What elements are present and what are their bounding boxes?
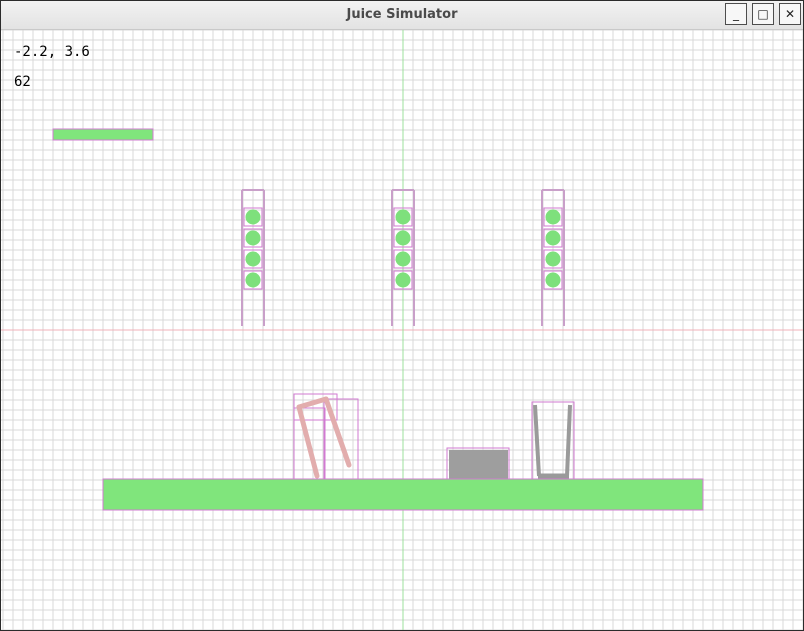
juice-ball[interactable]	[545, 251, 561, 267]
juice-ball[interactable]	[395, 272, 411, 288]
scene-svg[interactable]	[1, 30, 803, 630]
cursor-coordinates: -2.2, 3.6	[14, 44, 90, 60]
cup-wall[interactable]	[565, 404, 572, 477]
grey-box[interactable]	[449, 450, 508, 480]
stand-leg[interactable]	[296, 404, 320, 479]
simulation-canvas[interactable]: -2.2, 3.6 62	[1, 30, 803, 630]
juice-ball[interactable]	[545, 209, 561, 225]
juice-ball[interactable]	[245, 230, 261, 246]
maximize-button[interactable]: □	[752, 3, 774, 25]
close-button[interactable]: ✕	[779, 3, 801, 25]
frame-counter: 62	[14, 74, 31, 90]
ground-platform[interactable]	[102, 478, 704, 511]
juice-ball[interactable]	[245, 209, 261, 225]
juice-ball[interactable]	[395, 251, 411, 267]
juice-ball[interactable]	[545, 272, 561, 288]
tilted-stand[interactable]	[293, 393, 359, 489]
app-window: Juice Simulator _ □ ✕ -2.2, 3.6 62	[0, 0, 804, 631]
juice-ball[interactable]	[245, 251, 261, 267]
juice-ball[interactable]	[545, 230, 561, 246]
title-bar[interactable]: Juice Simulator _ □ ✕	[1, 1, 803, 30]
window-title: Juice Simulator	[346, 7, 458, 22]
juice-ball[interactable]	[245, 272, 261, 288]
juice-ball[interactable]	[395, 230, 411, 246]
minimize-button[interactable]: _	[725, 3, 747, 25]
juice-ball[interactable]	[395, 209, 411, 225]
floating-platform[interactable]	[52, 128, 154, 141]
cup-wall[interactable]	[533, 404, 541, 477]
